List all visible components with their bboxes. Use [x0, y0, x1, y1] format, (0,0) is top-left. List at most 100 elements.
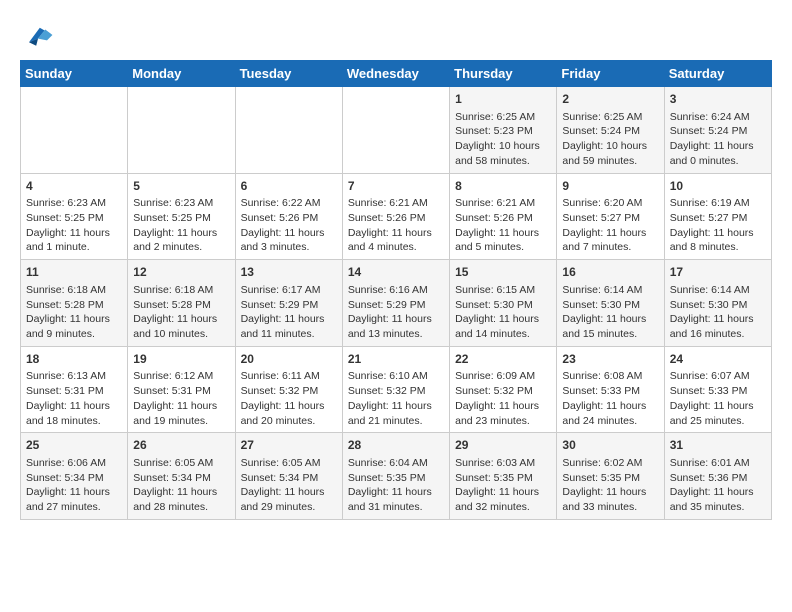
day-info-line: Daylight: 11 hours and 4 minutes. — [348, 226, 444, 255]
weekday-sunday: Sunday — [21, 61, 128, 87]
calendar-cell — [235, 87, 342, 174]
day-number: 24 — [670, 351, 766, 368]
day-number: 6 — [241, 178, 337, 195]
day-info-line: Sunrise: 6:14 AM — [670, 283, 766, 298]
day-number: 13 — [241, 264, 337, 281]
day-info-line: Sunset: 5:25 PM — [133, 211, 229, 226]
day-info-line: Sunset: 5:31 PM — [133, 384, 229, 399]
day-info-line: Sunset: 5:28 PM — [26, 298, 122, 313]
day-info-line: Daylight: 10 hours and 58 minutes. — [455, 139, 551, 168]
day-info-line: Daylight: 11 hours and 32 minutes. — [455, 485, 551, 514]
day-info-line: Sunrise: 6:24 AM — [670, 110, 766, 125]
day-info-line: Daylight: 11 hours and 8 minutes. — [670, 226, 766, 255]
weekday-thursday: Thursday — [450, 61, 557, 87]
day-info-line: Daylight: 11 hours and 19 minutes. — [133, 399, 229, 428]
day-info-line: Daylight: 11 hours and 20 minutes. — [241, 399, 337, 428]
day-info-line: Sunset: 5:25 PM — [26, 211, 122, 226]
day-number: 27 — [241, 437, 337, 454]
calendar-cell: 24Sunrise: 6:07 AMSunset: 5:33 PMDayligh… — [664, 346, 771, 433]
day-number: 11 — [26, 264, 122, 281]
day-number: 4 — [26, 178, 122, 195]
day-number: 7 — [348, 178, 444, 195]
calendar-cell: 23Sunrise: 6:08 AMSunset: 5:33 PMDayligh… — [557, 346, 664, 433]
day-info-line: Daylight: 11 hours and 21 minutes. — [348, 399, 444, 428]
calendar-cell: 22Sunrise: 6:09 AMSunset: 5:32 PMDayligh… — [450, 346, 557, 433]
day-info-line: Sunrise: 6:17 AM — [241, 283, 337, 298]
day-info-line: Sunrise: 6:01 AM — [670, 456, 766, 471]
calendar-cell: 5Sunrise: 6:23 AMSunset: 5:25 PMDaylight… — [128, 173, 235, 260]
calendar-cell: 19Sunrise: 6:12 AMSunset: 5:31 PMDayligh… — [128, 346, 235, 433]
day-number: 31 — [670, 437, 766, 454]
day-number: 15 — [455, 264, 551, 281]
day-number: 19 — [133, 351, 229, 368]
day-info-line: Daylight: 11 hours and 13 minutes. — [348, 312, 444, 341]
day-info-line: Sunrise: 6:02 AM — [562, 456, 658, 471]
day-info-line: Sunrise: 6:03 AM — [455, 456, 551, 471]
day-info-line: Daylight: 11 hours and 24 minutes. — [562, 399, 658, 428]
day-info-line: Sunrise: 6:10 AM — [348, 369, 444, 384]
day-number: 17 — [670, 264, 766, 281]
day-number: 16 — [562, 264, 658, 281]
day-info-line: Daylight: 11 hours and 28 minutes. — [133, 485, 229, 514]
day-info-line: Sunrise: 6:04 AM — [348, 456, 444, 471]
day-info-line: Sunrise: 6:11 AM — [241, 369, 337, 384]
day-number: 9 — [562, 178, 658, 195]
day-info-line: Sunrise: 6:14 AM — [562, 283, 658, 298]
day-number: 23 — [562, 351, 658, 368]
day-info-line: Sunrise: 6:21 AM — [455, 196, 551, 211]
day-info-line: Sunrise: 6:09 AM — [455, 369, 551, 384]
calendar-cell: 18Sunrise: 6:13 AMSunset: 5:31 PMDayligh… — [21, 346, 128, 433]
day-info-line: Sunrise: 6:23 AM — [26, 196, 122, 211]
day-number: 26 — [133, 437, 229, 454]
calendar-week-3: 11Sunrise: 6:18 AMSunset: 5:28 PMDayligh… — [21, 260, 772, 347]
day-info-line: Sunrise: 6:12 AM — [133, 369, 229, 384]
calendar-table: SundayMondayTuesdayWednesdayThursdayFrid… — [20, 60, 772, 520]
day-info-line: Sunrise: 6:18 AM — [133, 283, 229, 298]
day-info-line: Sunset: 5:30 PM — [455, 298, 551, 313]
calendar-cell: 2Sunrise: 6:25 AMSunset: 5:24 PMDaylight… — [557, 87, 664, 174]
calendar-cell: 15Sunrise: 6:15 AMSunset: 5:30 PMDayligh… — [450, 260, 557, 347]
day-info-line: Sunset: 5:30 PM — [670, 298, 766, 313]
calendar-cell: 21Sunrise: 6:10 AMSunset: 5:32 PMDayligh… — [342, 346, 449, 433]
day-info-line: Daylight: 11 hours and 23 minutes. — [455, 399, 551, 428]
day-info-line: Sunset: 5:26 PM — [455, 211, 551, 226]
day-info-line: Sunset: 5:27 PM — [562, 211, 658, 226]
day-info-line: Sunset: 5:28 PM — [133, 298, 229, 313]
weekday-friday: Friday — [557, 61, 664, 87]
day-info-line: Sunset: 5:32 PM — [241, 384, 337, 399]
weekday-tuesday: Tuesday — [235, 61, 342, 87]
day-info-line: Sunrise: 6:18 AM — [26, 283, 122, 298]
calendar-cell — [342, 87, 449, 174]
weekday-saturday: Saturday — [664, 61, 771, 87]
calendar-cell: 1Sunrise: 6:25 AMSunset: 5:23 PMDaylight… — [450, 87, 557, 174]
day-info-line: Daylight: 11 hours and 27 minutes. — [26, 485, 122, 514]
day-number: 8 — [455, 178, 551, 195]
day-info-line: Daylight: 11 hours and 3 minutes. — [241, 226, 337, 255]
day-info-line: Daylight: 11 hours and 16 minutes. — [670, 312, 766, 341]
calendar-cell: 29Sunrise: 6:03 AMSunset: 5:35 PMDayligh… — [450, 433, 557, 520]
day-info-line: Sunset: 5:29 PM — [348, 298, 444, 313]
calendar-cell: 4Sunrise: 6:23 AMSunset: 5:25 PMDaylight… — [21, 173, 128, 260]
page-header — [20, 20, 772, 50]
day-number: 3 — [670, 91, 766, 108]
day-info-line: Daylight: 11 hours and 10 minutes. — [133, 312, 229, 341]
day-info-line: Daylight: 10 hours and 59 minutes. — [562, 139, 658, 168]
day-number: 22 — [455, 351, 551, 368]
day-info-line: Sunset: 5:31 PM — [26, 384, 122, 399]
calendar-week-2: 4Sunrise: 6:23 AMSunset: 5:25 PMDaylight… — [21, 173, 772, 260]
calendar-week-4: 18Sunrise: 6:13 AMSunset: 5:31 PMDayligh… — [21, 346, 772, 433]
day-info-line: Sunrise: 6:25 AM — [562, 110, 658, 125]
day-number: 28 — [348, 437, 444, 454]
calendar-cell: 8Sunrise: 6:21 AMSunset: 5:26 PMDaylight… — [450, 173, 557, 260]
calendar-cell: 9Sunrise: 6:20 AMSunset: 5:27 PMDaylight… — [557, 173, 664, 260]
calendar-cell: 31Sunrise: 6:01 AMSunset: 5:36 PMDayligh… — [664, 433, 771, 520]
day-info-line: Sunrise: 6:05 AM — [241, 456, 337, 471]
calendar-week-1: 1Sunrise: 6:25 AMSunset: 5:23 PMDaylight… — [21, 87, 772, 174]
day-info-line: Sunset: 5:34 PM — [133, 471, 229, 486]
day-info-line: Sunset: 5:32 PM — [455, 384, 551, 399]
day-number: 25 — [26, 437, 122, 454]
day-number: 18 — [26, 351, 122, 368]
weekday-wednesday: Wednesday — [342, 61, 449, 87]
day-info-line: Sunrise: 6:15 AM — [455, 283, 551, 298]
weekday-header-row: SundayMondayTuesdayWednesdayThursdayFrid… — [21, 61, 772, 87]
